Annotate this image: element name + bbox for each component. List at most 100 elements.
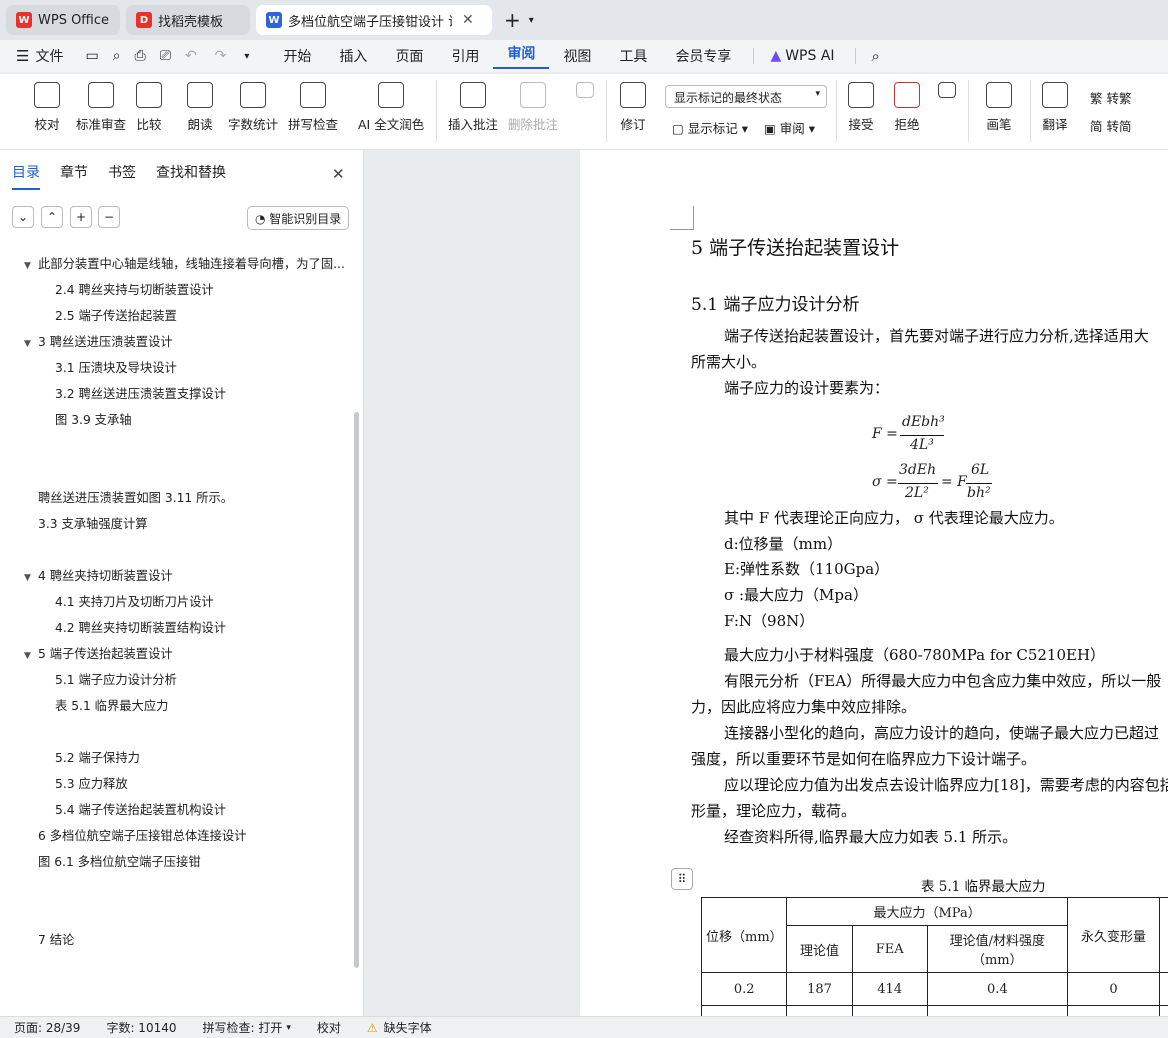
docer-logo-icon: D: [136, 12, 152, 28]
expand-arrow-icon[interactable]: ▼: [24, 651, 38, 661]
hamburger-icon[interactable]: ☰: [16, 47, 29, 65]
table-header: 永久变形量: [1066, 897, 1161, 973]
expand-arrow-icon[interactable]: ▼: [24, 261, 38, 271]
toc-item[interactable]: 6 多档位航空端子压接钳总体连接设计: [38, 826, 393, 844]
expand-arrow-icon[interactable]: ▼: [24, 339, 38, 349]
pen-button[interactable]: 画笔: [986, 82, 1012, 133]
proofread-button[interactable]: 校对: [34, 82, 60, 133]
tab-document[interactable]: W 多档位航空端子压接钳设计 说 ✕: [256, 5, 492, 35]
menu-file[interactable]: 文件: [29, 46, 77, 66]
print-preview-icon[interactable]: ⎚: [160, 48, 171, 64]
tab-chapters[interactable]: 章节: [60, 162, 88, 190]
close-icon[interactable]: ✕: [332, 165, 345, 183]
prev-comment-button[interactable]: [576, 82, 594, 104]
display-mode-select[interactable]: 显示标记的最终状态 ▾: [665, 85, 827, 108]
menu-page[interactable]: 页面: [381, 46, 437, 66]
menu-tools[interactable]: 工具: [605, 46, 661, 66]
compare-button[interactable]: 比较: [136, 82, 162, 133]
navigation-pane: 目录 章节 书签 查找和替换 ✕ ⌄ ⌃ + − ◔ 智能识别目录 ▼ 此部分装置…: [0, 150, 364, 1016]
table-header: 最大应力（MPa）: [786, 897, 1068, 926]
menu-vip[interactable]: 会员专享: [661, 46, 745, 66]
track-changes-icon: [620, 82, 646, 108]
to-traditional-button[interactable]: 繁 转繁: [1090, 88, 1132, 107]
variable-line: d:位移量（mm）: [724, 535, 843, 553]
menu-reference[interactable]: 引用: [437, 46, 493, 66]
toc-item[interactable]: 3.1 压溃块及导块设计: [55, 358, 410, 376]
more-icon[interactable]: ▾: [244, 51, 249, 62]
remove-icon[interactable]: −: [98, 206, 120, 228]
menu-insert[interactable]: 插入: [325, 46, 381, 66]
heading-1: 5 端子传送抬起装置设计: [691, 237, 900, 259]
table-cell: 187: [786, 972, 853, 1006]
search-icon[interactable]: ⌕: [872, 47, 880, 65]
proofread-icon: [34, 82, 60, 108]
spell-check-status[interactable]: 拼写检查: 打开: [203, 1019, 283, 1036]
tab-label: 多档位航空端子压接钳设计 说: [288, 14, 452, 30]
read-aloud-button[interactable]: 朗读: [187, 82, 213, 133]
toc-item[interactable]: 2.4 聘丝夹持与切断装置设计: [55, 280, 410, 298]
table-cell: 414: [851, 972, 928, 1006]
missing-font-status[interactable]: 缺失字体: [384, 1019, 432, 1036]
toc-item[interactable]: 2.5 端子传送抬起装置: [55, 306, 410, 324]
word-count-button[interactable]: 字数统计: [228, 82, 278, 133]
tab-docer[interactable]: D 找稻壳模板: [126, 5, 250, 35]
print-icon[interactable]: ⎙: [135, 48, 146, 64]
delete-comment-button[interactable]: 删除批注: [508, 82, 558, 133]
prev-change-button[interactable]: [938, 82, 956, 104]
review-pane-button[interactable]: ▣ 审阅 ▾: [764, 118, 815, 137]
save-icon[interactable]: ▭: [85, 48, 98, 64]
spell-check-button[interactable]: 拼写检查: [288, 82, 338, 133]
fraction-bar: [966, 483, 992, 484]
reject-icon: [894, 82, 920, 108]
table-handle-icon[interactable]: ⠿: [671, 868, 693, 890]
table-cell: [700, 1005, 788, 1016]
ai-polish-button[interactable]: AI 全文润色: [358, 82, 424, 133]
toc-item[interactable]: 3.2 聘丝送进压溃装置支撑设计: [55, 384, 410, 402]
close-tab-icon[interactable]: ✕: [462, 12, 474, 28]
prev-change-icon: [938, 82, 956, 98]
menu-start[interactable]: 开始: [269, 46, 325, 66]
tab-toc[interactable]: 目录: [12, 162, 40, 190]
toc-item[interactable]: ▼ 5 端子传送抬起装置设计: [24, 644, 379, 662]
undo-icon[interactable]: ↶: [185, 48, 197, 64]
table-header: FEA: [851, 925, 928, 973]
tab-find-replace[interactable]: 查找和替换: [156, 162, 226, 190]
tag-icon[interactable]: ⌕: [113, 48, 121, 64]
tab-wps-office[interactable]: W WPS Office: [6, 5, 120, 35]
stress-table: 位移（mm） 最大应力（MPa） 永久变形量 理论值 FEA 理论值/材料强度（…: [700, 897, 1168, 1016]
expand-arrow-icon[interactable]: ▼: [24, 573, 38, 583]
toc-item[interactable]: 7 结论: [38, 930, 393, 948]
standard-review-icon: [88, 82, 114, 108]
word-count[interactable]: 字数: 10140: [106, 1019, 176, 1036]
to-simplified-button[interactable]: 简 转简: [1090, 116, 1132, 135]
page-indicator[interactable]: 页面: 28/39: [14, 1019, 80, 1036]
proofread-status[interactable]: 校对: [317, 1019, 341, 1036]
standard-review-button[interactable]: 标准审查: [76, 82, 126, 133]
redo-icon[interactable]: ↷: [215, 48, 227, 64]
show-markup-button[interactable]: ▢ 显示标记 ▾: [672, 118, 748, 137]
menu-wps-ai[interactable]: WPS AI: [781, 48, 848, 64]
reject-button[interactable]: 拒绝: [894, 82, 920, 133]
new-tab-icon[interactable]: +: [504, 8, 521, 32]
insert-comment-button[interactable]: 插入批注: [448, 82, 498, 133]
menu-review[interactable]: 审阅: [493, 43, 550, 69]
menu-view[interactable]: 视图: [549, 46, 605, 66]
track-changes-button[interactable]: 修订: [620, 82, 646, 133]
toc-item[interactable]: ▼ 此部分装置中心轴是线轴，线轴连接着导向槽，为了固...: [24, 254, 379, 272]
smart-toc-button[interactable]: ◔ 智能识别目录: [247, 206, 350, 230]
toc-item[interactable]: 聘丝送进压溃装置如图 3.11 所示。: [38, 488, 393, 506]
tab-bookmarks[interactable]: 书签: [108, 162, 136, 190]
sidebar-scrollbar[interactable]: [354, 412, 359, 968]
table-header: 位移（mm）: [700, 897, 788, 973]
toc-item[interactable]: 3.3 支承轴强度计算: [38, 514, 393, 532]
toc-item[interactable]: ▼ 3 聘丝送进压溃装置设计: [24, 332, 379, 350]
accept-button[interactable]: 接受: [848, 82, 874, 133]
toc-item[interactable]: ▼ 4 聘丝夹持切断装置设计: [24, 566, 379, 584]
collapse-icon[interactable]: ⌃: [41, 206, 63, 228]
chevron-down-icon[interactable]: ▾: [529, 15, 534, 26]
toc-item[interactable]: 图 6.1 多档位航空端子压接钳: [38, 852, 393, 870]
expand-icon[interactable]: ⌄: [12, 206, 34, 228]
translate-button[interactable]: 翻译: [1042, 82, 1068, 133]
table-caption: 表 5.1 临界最大应力: [921, 879, 1046, 895]
add-icon[interactable]: +: [70, 206, 92, 228]
